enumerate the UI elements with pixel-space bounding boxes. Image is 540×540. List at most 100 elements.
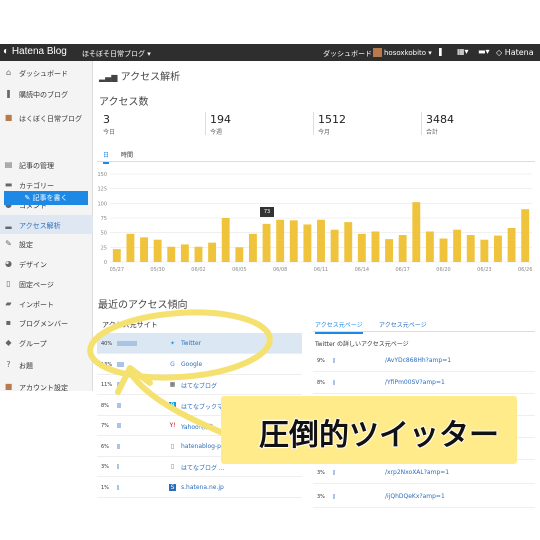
referrer-percent: 3% [101,464,109,470]
sidebar-item[interactable]: ▤ 記事の管理 [0,155,93,174]
twitter-page-url[interactable]: /ijQhDQeKx?amp=1 [385,493,445,500]
sidebar-item-label: はくぼく日常ブログ [19,115,82,123]
bar-06/18[interactable] [412,202,421,262]
tab-referrer-page-2[interactable]: アクセス元ページ [379,320,427,329]
hatena-bookmark-icon: B [169,401,176,409]
twitter-page-url[interactable]: /xrp2NxoXAL?amp=1 [385,469,449,476]
access-count-title: アクセス数 [99,97,149,108]
referrer-row[interactable]: 40% ✦ Twitter [97,333,302,354]
dashboard-link[interactable]: ダッシュボード [323,49,372,59]
bar-06/22[interactable] [466,235,475,262]
twitter-page-row[interactable]: 3% /ijQhDQeKx?amp=1 [313,486,535,508]
bar-06/21[interactable] [453,229,462,262]
sidebar-item[interactable]: ■ はくぼく日常ブログ [0,108,93,127]
bar-06/07[interactable] [262,223,271,262]
sidebar-item[interactable]: ? お題 [0,355,93,374]
bar-06/19[interactable] [425,231,434,262]
twitter-page-row[interactable]: 8% /YfiPm00SV?amp=1 [313,372,535,394]
sidebar-item[interactable]: ❚ 購読中のブログ [0,84,93,103]
x-tick-label: 06/14 [355,267,369,273]
bar-06/03[interactable] [208,242,217,262]
sidebar-item[interactable]: ▪ ブログメンバー [0,313,93,332]
bookmark-icon[interactable]: ❚ [437,47,444,56]
bar-05/31[interactable] [167,246,176,262]
twitter-page-url[interactable]: /YfiPm00SV?amp=1 [385,379,445,386]
x-tick-label: 06/11 [314,267,328,273]
bar-05/27[interactable] [112,249,121,262]
referrer-row[interactable]: 1% Ss.hatena.ne.jp [97,477,302,498]
bar-06/17[interactable] [398,235,407,262]
bar-05/29[interactable] [140,237,148,262]
sidebar-item[interactable]: ▯ 固定ページ [0,274,93,293]
caption-banner: 圧倒的ツイッター [221,396,517,464]
tab-referrer-page[interactable]: アクセス元ページ [315,320,363,334]
hatena-link[interactable]: ◇ Hatena [496,48,534,57]
blog-selector[interactable]: ほそぼそ日常ブログ ▾ [82,49,151,59]
bar-06/26[interactable] [521,209,530,262]
referrer-row[interactable]: 11% ▦ はてなブログ [97,374,302,395]
bar-06/01[interactable] [180,244,189,262]
sidebar-item[interactable]: ✎ 設定 [0,234,93,253]
bar-06/13[interactable] [344,222,353,262]
referrer-bar [117,464,119,469]
referrer-name[interactable]: Twitter [181,340,201,347]
bar-06/14[interactable] [357,233,366,262]
referrer-bar [117,341,137,346]
twitter-page-percent: 3% [317,470,325,476]
referrer-row[interactable]: 13% G Google [97,354,302,375]
sidebar-item[interactable]: ◕ デザイン [0,254,93,273]
sidebar-item[interactable]: ▂ アクセス解析 [0,215,93,234]
hatena-blog-logo[interactable]: ◐ Hatena Blog [3,46,67,57]
tab-hour[interactable]: 時間 [121,150,133,159]
sidebar-item-label: ダッシュボード [19,70,68,78]
twitter-detail-title: Twitter の詳しいアクセス元ページ [315,341,409,348]
tab-day[interactable]: 日 [103,150,110,164]
bar-06/24[interactable] [494,235,502,262]
write-article-button[interactable]: ✎ 記事を書く [4,191,88,205]
bar-06/06[interactable] [248,233,257,262]
bar-06/02[interactable] [194,246,203,262]
bar-06/23[interactable] [480,239,489,262]
referrer-name[interactable]: はてなブログ ... [181,463,225,472]
bar-06/16[interactable] [385,239,394,262]
bar-06/20[interactable] [439,238,448,262]
stat-value: 3 [103,113,110,126]
sidebar-item-label: 購読中のブログ [19,91,68,99]
bar-06/05[interactable] [235,247,244,262]
sidebar-item[interactable]: ▰ インポート [0,294,93,313]
bar-05/28[interactable] [126,233,135,262]
user-avatar[interactable] [373,48,382,57]
bar-06/08[interactable] [276,219,285,262]
sidebar-item-label: 固定ページ [19,281,54,289]
referrer-percent: 11% [101,382,113,388]
bar-06/10[interactable] [303,224,312,262]
bar-05/30[interactable] [153,239,162,262]
bar-06/15[interactable] [371,231,380,262]
referrer-name[interactable]: はてなブログ [181,381,217,390]
message-icon[interactable]: ▬▾ [478,47,490,56]
x-tick-label: 06/08 [273,267,287,273]
referrer-name[interactable]: Yahoo!検索 [181,422,213,431]
bar-06/11[interactable] [317,219,325,262]
grid-menu-icon[interactable]: ▦▾ [457,47,469,56]
twitter-page-bar [333,380,335,385]
twitter-page-row[interactable]: 3% /xrp2NxoXAL?amp=1 [313,462,535,484]
referrer-percent: 7% [101,423,109,429]
twitter-page-row[interactable]: 9% /AvYDc868Hh?amp=1 [313,350,535,372]
page-title: ▂▄▆ アクセス解析 [99,68,180,83]
sidebar-item[interactable]: ⌂ ダッシュボード [0,63,93,82]
bar-06/04[interactable] [221,218,230,262]
twitter-page-url[interactable]: /AvYDc868Hh?amp=1 [385,357,451,364]
truck-icon: ▰ [5,299,12,308]
username-menu[interactable]: hosoxkobito ▾ [384,49,432,57]
bar-06/12[interactable] [330,229,339,262]
sidebar-item[interactable]: ■ アカウント設定 [0,377,93,396]
sidebar-item-label: アカウント設定 [19,384,68,392]
bar-06/09[interactable] [289,220,298,262]
referrer-name[interactable]: Google [181,361,202,368]
referrer-name[interactable]: s.hatena.ne.jp [181,484,224,491]
stat-label: 今月 [318,129,331,136]
bar-06/25[interactable] [507,227,516,262]
account-avatar: ■ [4,382,13,391]
sidebar-item[interactable]: ◆ グループ [0,333,93,352]
